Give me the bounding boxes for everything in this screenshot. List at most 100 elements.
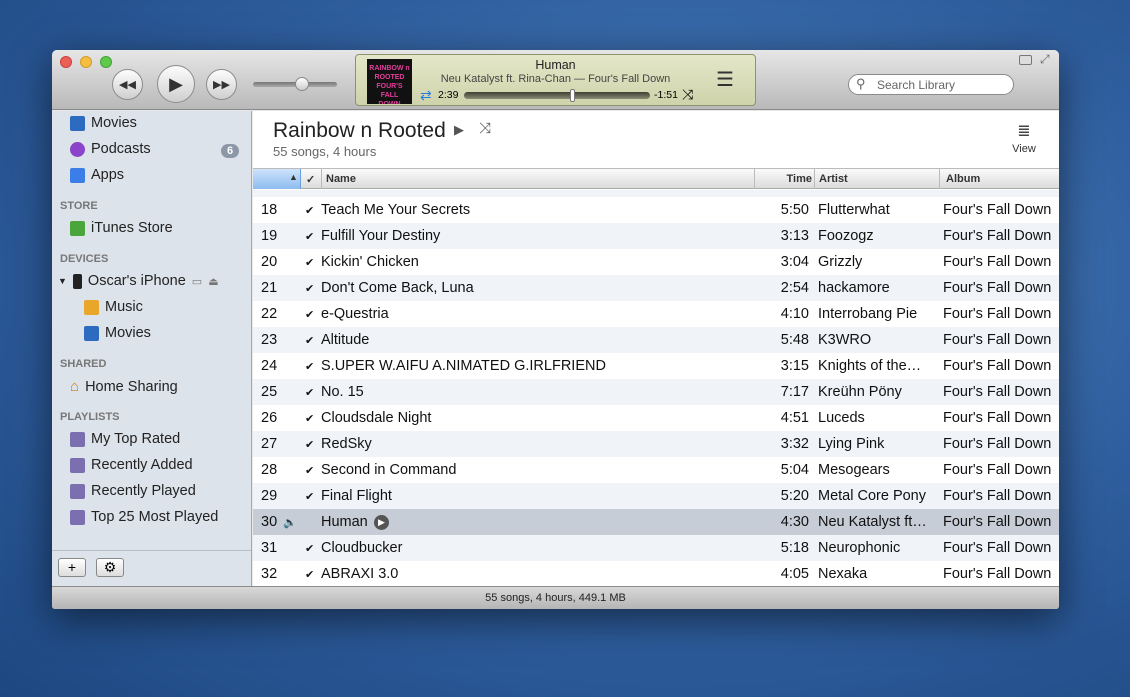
column-number-sorted[interactable]: ▲	[253, 169, 301, 189]
track-checkbox[interactable]: ✔	[305, 360, 314, 373]
track-name: ABRAXI 3.0	[321, 566, 399, 582]
play-button[interactable]: ▶	[157, 65, 195, 103]
sidebar-item-podcasts[interactable]: Podcasts	[70, 141, 151, 157]
track-name: RedSky	[321, 436, 372, 452]
table-row[interactable]: 25 No. 15 7:17 Kreühn Pöny Four's Fall Down ✔	[253, 379, 1059, 405]
track-checkbox[interactable]: ✔	[305, 282, 314, 295]
track-time: 3:32	[780, 436, 809, 452]
track-time: 4:51	[780, 410, 809, 426]
table-row[interactable]: 26 Cloudsdale Night 4:51 Luceds Four's Fall …	[253, 405, 1059, 431]
next-button[interactable]: ▶▶	[206, 69, 237, 100]
smart-playlist-icon	[70, 509, 85, 525]
play-icon: ▶	[169, 73, 183, 94]
track-number: 30	[261, 514, 278, 530]
sidebar-item-movies[interactable]: Movies	[70, 115, 137, 131]
shuffle-playlist-icon[interactable]: ⤨	[479, 120, 491, 137]
track-number: 26	[261, 410, 278, 426]
album-art: RAINBOW n ROOTED FOUR'S FALL DOWN	[367, 59, 412, 104]
view-button[interactable]: ≣ View	[1009, 121, 1039, 155]
table-row[interactable]: 30 Human 4:30 Neu Katalyst ft… Four's Fall D…	[253, 509, 1059, 535]
track-album: Four's Fall Down	[943, 306, 1052, 322]
zoom-button[interactable]	[100, 56, 112, 68]
up-next-list-icon[interactable]: ☰	[716, 67, 734, 92]
track-checkbox[interactable]: ✔	[305, 204, 314, 217]
sidebar-item-device-movies[interactable]: Movies	[84, 325, 151, 341]
volume-slider[interactable]	[253, 77, 337, 91]
table-row[interactable]: 29 Final Flight 5:20 Metal Core Pony Four's …	[253, 483, 1059, 509]
play-playlist-icon[interactable]: ▶	[454, 122, 464, 138]
fullscreen-icon[interactable]: ⤢	[1040, 52, 1050, 67]
previous-button[interactable]: ◀◀	[112, 69, 143, 100]
table-row-partial[interactable]	[253, 190, 1059, 197]
elapsed-time: 2:39	[438, 89, 459, 101]
eject-icon[interactable]: ⏏	[208, 275, 218, 288]
column-album[interactable]: Album	[939, 169, 1059, 189]
shuffle-icon[interactable]: ⤨	[682, 86, 693, 103]
track-artist: Neurophonic	[818, 540, 901, 556]
table-row[interactable]: 23 Altitude 5:48 K3WRO Four's Fall Down ✔	[253, 327, 1059, 353]
volume-knob[interactable]	[295, 77, 309, 91]
track-checkbox[interactable]: ✔	[305, 412, 314, 425]
settings-button[interactable]: ⚙	[96, 558, 124, 577]
sidebar-item-device-music[interactable]: Music	[84, 299, 143, 315]
add-playlist-button[interactable]: +	[58, 558, 86, 577]
sidebar-item-recently-added[interactable]: Recently Added	[70, 457, 193, 473]
sidebar-item-itunes-store[interactable]: iTunes Store	[70, 220, 173, 236]
search-input[interactable]: ⚲ Search Library	[848, 74, 1014, 95]
arrow-link-icon[interactable]: ▶	[374, 515, 389, 530]
store-icon	[70, 220, 85, 236]
progress-bar[interactable]	[464, 89, 650, 102]
table-row[interactable]: 28 Second in Command 5:04 Mesogears Four's F…	[253, 457, 1059, 483]
repeat-icon[interactable]: ⇄	[420, 87, 432, 104]
track-checkbox[interactable]: ✔	[305, 464, 314, 477]
table-row[interactable]: 22 e-Questria 4:10 Interrobang Pie Four's Fa…	[253, 301, 1059, 327]
track-checkbox[interactable]: ✔	[305, 438, 314, 451]
iphone-icon	[72, 273, 82, 289]
playlists-header: PLAYLISTS	[60, 411, 120, 423]
table-row[interactable]: 20 Kickin' Chicken 3:04 Grizzly Four's Fall …	[253, 249, 1059, 275]
smart-playlist-icon	[70, 483, 85, 499]
track-checkbox[interactable]: ✔	[305, 256, 314, 269]
sidebar-item-home-sharing[interactable]: ⌂ Home Sharing	[70, 378, 178, 395]
table-row[interactable]: 19 Fulfill Your Destiny 3:13 Foozogz Four's …	[253, 223, 1059, 249]
column-artist[interactable]: Artist	[814, 169, 939, 189]
table-row[interactable]: 27 RedSky 3:32 Lying Pink Four's Fall Down ✔	[253, 431, 1059, 457]
film-icon	[70, 115, 85, 131]
sidebar-item-top-25[interactable]: Top 25 Most Played	[70, 509, 218, 525]
mini-player-icon[interactable]	[1019, 55, 1032, 65]
minimize-button[interactable]	[80, 56, 92, 68]
table-row[interactable]: 32 ABRAXI 3.0 4:05 Nexaka Four's Fall Down ✔	[253, 561, 1059, 587]
table-row[interactable]: 18 Teach Me Your Secrets 5:50 Flutterwhat Fo…	[253, 197, 1059, 223]
table-row[interactable]: 21 Don't Come Back, Luna 2:54 hackamore Four…	[253, 275, 1059, 301]
track-checkbox[interactable]: ✔	[305, 230, 314, 243]
sidebar-item-device[interactable]: ▼ Oscar's iPhone ▭ ⏏	[58, 273, 219, 289]
sidebar-item-recently-played[interactable]: Recently Played	[70, 483, 196, 499]
store-header: STORE	[60, 200, 98, 212]
track-album: Four's Fall Down	[943, 358, 1052, 374]
column-time[interactable]: Time	[754, 169, 812, 189]
label: My Top Rated	[91, 431, 181, 447]
table-row[interactable]: 31 Cloudbucker 5:18 Neurophonic Four's Fall …	[253, 535, 1059, 561]
track-checkbox[interactable]: ✔	[305, 490, 314, 503]
track-checkbox[interactable]: ✔	[305, 334, 314, 347]
sidebar-item-my-top-rated[interactable]: My Top Rated	[70, 431, 180, 447]
sidebar-item-apps[interactable]: Apps	[70, 167, 124, 183]
table-row[interactable]: 24 S.UPER W.AIFU A.NIMATED G.IRLFRIEND 3:1…	[253, 353, 1059, 379]
progress-knob[interactable]	[570, 89, 575, 102]
track-number: 28	[261, 462, 278, 478]
label: Recently Played	[91, 483, 196, 499]
app-store-icon	[70, 167, 85, 183]
track-number: 23	[261, 332, 278, 348]
track-checkbox[interactable]: ✔	[305, 308, 314, 321]
track-checkbox[interactable]: ✔	[305, 386, 314, 399]
track-name: S.UPER W.AIFU A.NIMATED G.IRLFRIEND	[321, 358, 606, 374]
disclosure-triangle-icon[interactable]: ▼	[58, 276, 67, 286]
smart-playlist-icon	[70, 431, 85, 447]
column-name[interactable]: Name	[321, 169, 356, 189]
track-checkbox[interactable]: ✔	[305, 542, 314, 555]
track-artist: K3WRO	[818, 332, 872, 348]
track-artist: Knights of the…	[818, 358, 922, 374]
track-checkbox[interactable]: ✔	[305, 568, 314, 581]
column-check[interactable]: ✓	[306, 173, 315, 186]
close-button[interactable]	[60, 56, 72, 68]
